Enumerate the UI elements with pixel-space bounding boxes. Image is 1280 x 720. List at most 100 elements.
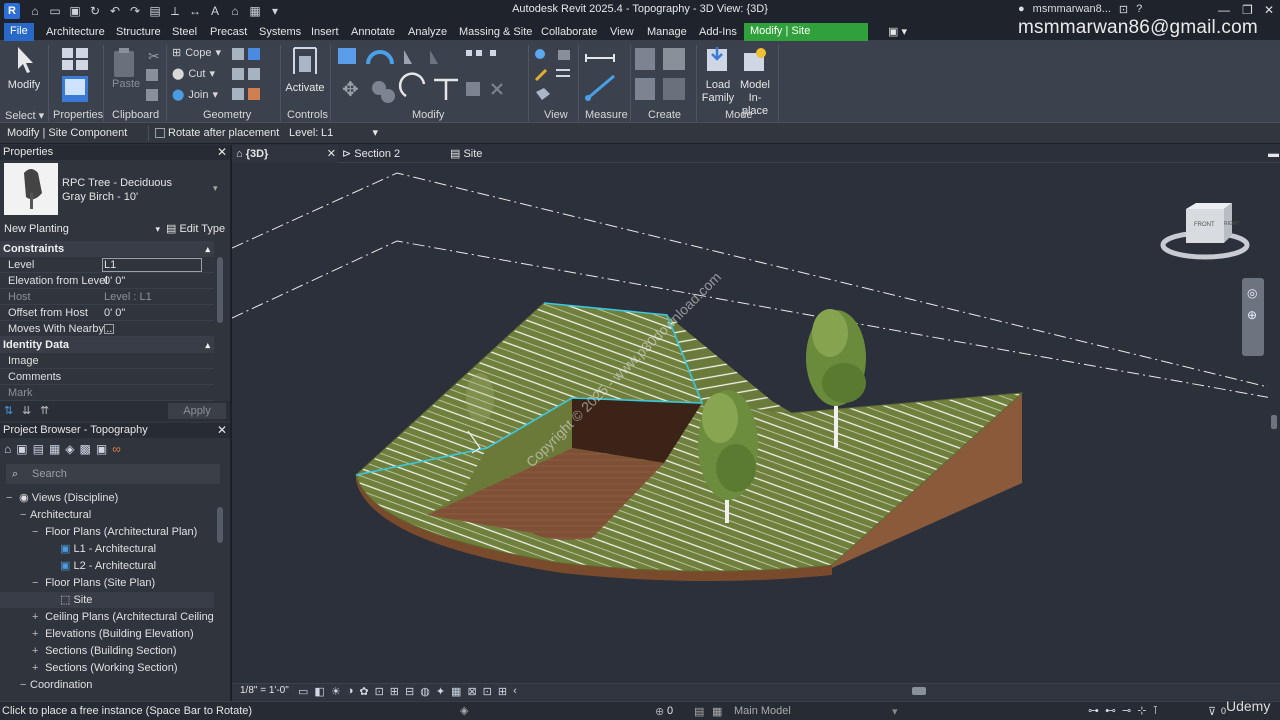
- select-links-icon[interactable]: ⊶: [1088, 704, 1099, 717]
- properties-icon[interactable]: [60, 46, 92, 104]
- tree-item-coordination[interactable]: − Coordination: [20, 677, 92, 693]
- browser-link-icon[interactable]: ▣: [96, 442, 107, 456]
- tree-item-sections-building[interactable]: + Sections (Building Section): [32, 643, 177, 659]
- tab-systems[interactable]: Systems: [253, 24, 307, 41]
- view-vertical-scrollbar[interactable]: [1268, 163, 1280, 683]
- scale-selector[interactable]: 1/8" = 1'-0": [240, 685, 289, 696]
- tree-item-floor-plans-site[interactable]: − Floor Plans (Site Plan): [32, 575, 155, 591]
- tab-view[interactable]: View: [604, 24, 640, 41]
- horizontal-scroll-thumb[interactable]: [912, 687, 926, 695]
- close-view-tab-icon[interactable]: ✕: [327, 145, 336, 163]
- view-tab-site[interactable]: ▤ Site: [450, 145, 482, 163]
- maximize-icon[interactable]: ❐: [1242, 3, 1253, 17]
- temporary-hide-icon[interactable]: ◍: [420, 685, 430, 698]
- prop-row-level[interactable]: Level L1: [0, 257, 214, 273]
- tab-collaborate[interactable]: Collaborate: [535, 24, 603, 41]
- help-icon[interactable]: ?: [1136, 3, 1142, 16]
- drag-elements-icon[interactable]: ⊺: [1152, 704, 1158, 717]
- shadows-icon[interactable]: ◑: [347, 685, 354, 698]
- navigation-bar[interactable]: ◎ ⊕: [1242, 278, 1264, 356]
- tab-massing-site[interactable]: Massing & Site: [453, 24, 538, 41]
- filter-icon[interactable]: ⊽: [1208, 705, 1216, 718]
- tree-item-floor-plans-arch[interactable]: − Floor Plans (Architectural Plan): [32, 524, 197, 540]
- tab-modify-site-component[interactable]: Modify | Site Component: [744, 23, 868, 54]
- unlock-3d-icon[interactable]: ⊟: [405, 685, 414, 698]
- detail-level-icon[interactable]: ▭: [298, 685, 308, 698]
- select-by-face-icon[interactable]: ⊹: [1137, 704, 1146, 717]
- browser-3d-icon[interactable]: ▣: [16, 442, 27, 456]
- reveal-constraints-icon[interactable]: ⊞: [498, 685, 507, 698]
- 3d-view-canvas[interactable]: Copyright © 2025 - www.p30download.com F…: [232, 163, 1272, 683]
- visual-style-icon[interactable]: ◧: [314, 685, 324, 698]
- prop-row-mark[interactable]: Mark: [0, 385, 214, 401]
- browser-scrollbar[interactable]: [217, 507, 223, 543]
- property-line[interactable]: [232, 240, 1272, 399]
- browser-group-icon[interactable]: ▩: [80, 442, 91, 456]
- paste-label[interactable]: Paste: [112, 78, 140, 90]
- tree-item-site[interactable]: ⬚ Site: [0, 592, 214, 608]
- prop-row-elevation[interactable]: Elevation from Level 0' 0": [0, 273, 214, 289]
- tab-insert[interactable]: Insert: [305, 24, 345, 41]
- view-tab-section-2[interactable]: ⊳ Section 2: [342, 145, 400, 163]
- show-crop-icon[interactable]: ⊞: [390, 685, 399, 698]
- browser-family-icon[interactable]: ◈: [65, 442, 74, 456]
- tab-steel[interactable]: Steel: [166, 24, 203, 41]
- crop-view-icon[interactable]: ⊡: [375, 685, 384, 698]
- sort-za-icon[interactable]: ⇈: [40, 404, 49, 417]
- model-dropdown-icon[interactable]: ▾: [892, 705, 898, 718]
- model-inplace-button[interactable]: Model In-place: [736, 45, 774, 118]
- close-properties-icon[interactable]: ✕: [217, 145, 227, 160]
- select-pinned-icon[interactable]: ⊸: [1122, 704, 1131, 717]
- cart-icon[interactable]: ⊡: [1119, 3, 1128, 16]
- apply-button[interactable]: Apply: [168, 403, 226, 419]
- cut-button[interactable]: ⬤ Cut ▾: [172, 67, 215, 81]
- sort-az-icon[interactable]: ⇊: [22, 404, 31, 417]
- instance-filter-select[interactable]: New Planting ▾: [0, 221, 162, 237]
- render-icon[interactable]: ✿: [359, 685, 368, 698]
- moves-with-nearby-checkbox[interactable]: [104, 324, 114, 334]
- prop-row-moves-with-nearby[interactable]: Moves With Nearby...: [0, 321, 214, 337]
- select-underlay-icon[interactable]: ⊷: [1105, 704, 1116, 717]
- properties-scrollbar[interactable]: [217, 257, 223, 323]
- sun-path-icon[interactable]: ☀: [331, 685, 341, 698]
- modify-button[interactable]: Modify: [6, 45, 42, 92]
- tab-precast[interactable]: Precast: [204, 24, 253, 41]
- identity-data-header[interactable]: Identity Data ▴: [0, 337, 214, 353]
- prop-row-image[interactable]: Image: [0, 353, 214, 369]
- load-family-button[interactable]: Load Family: [700, 45, 736, 105]
- design-options-icon[interactable]: ▤: [694, 705, 704, 718]
- tree-item-ceiling-plans[interactable]: + Ceiling Plans (Architectural Ceiling P…: [32, 609, 214, 625]
- tab-manage[interactable]: Manage: [641, 24, 693, 41]
- sort-category-icon[interactable]: ⇅: [4, 404, 13, 417]
- geometry-tools-icon[interactable]: [230, 46, 276, 104]
- highlight-displacement-icon[interactable]: ⊡: [483, 685, 492, 698]
- tree-item-l2-architectural[interactable]: ▣ L2 - Architectural: [60, 558, 156, 574]
- tab-structure[interactable]: Structure: [110, 24, 167, 41]
- tree-item-sections-working[interactable]: + Sections (Working Section): [32, 660, 178, 676]
- edit-type-button[interactable]: ▤ Edit Type: [166, 221, 225, 237]
- tree-item-elevations[interactable]: + Elevations (Building Elevation): [32, 626, 194, 642]
- tree-item-views[interactable]: − ◉ Views (Discipline): [6, 490, 118, 506]
- measure-tools-icon[interactable]: [584, 46, 628, 104]
- activate-button[interactable]: Activate: [284, 44, 326, 95]
- camera-icon[interactable]: ▣ ▾: [882, 24, 913, 41]
- editing-requests-icon[interactable]: ⊕: [655, 705, 664, 718]
- tab-menu-icon[interactable]: ▬: [1268, 145, 1279, 163]
- close-window-icon[interactable]: ✕: [1264, 3, 1274, 17]
- modify-tools-icon[interactable]: ✥: [334, 44, 526, 108]
- type-name-line1[interactable]: RPC Tree - Deciduous: [62, 177, 172, 189]
- tab-annotate[interactable]: Annotate: [345, 24, 401, 41]
- panel-select-label[interactable]: Select ▾: [5, 109, 44, 122]
- browser-home-icon[interactable]: ⌂: [4, 442, 11, 456]
- constraints-header[interactable]: Constraints ▴: [0, 241, 214, 257]
- tree-item-l1-architectural[interactable]: ▣ L1 - Architectural: [60, 541, 156, 557]
- prop-row-offset[interactable]: Offset from Host 0' 0": [0, 305, 214, 321]
- scroll-left-icon[interactable]: ‹: [513, 685, 517, 698]
- reveal-hidden-icon[interactable]: ✦: [436, 685, 445, 698]
- steering-wheel-icon[interactable]: ◎: [1247, 286, 1257, 300]
- browser-revit-link-icon[interactable]: ∞: [112, 442, 121, 456]
- cope-button[interactable]: ⊞ Cope ▾: [172, 46, 221, 60]
- viewcube[interactable]: FRONT RIGHT: [1160, 197, 1250, 267]
- browser-search-input[interactable]: ⌕ Search: [6, 464, 220, 484]
- tab-architecture[interactable]: Architecture: [40, 24, 111, 41]
